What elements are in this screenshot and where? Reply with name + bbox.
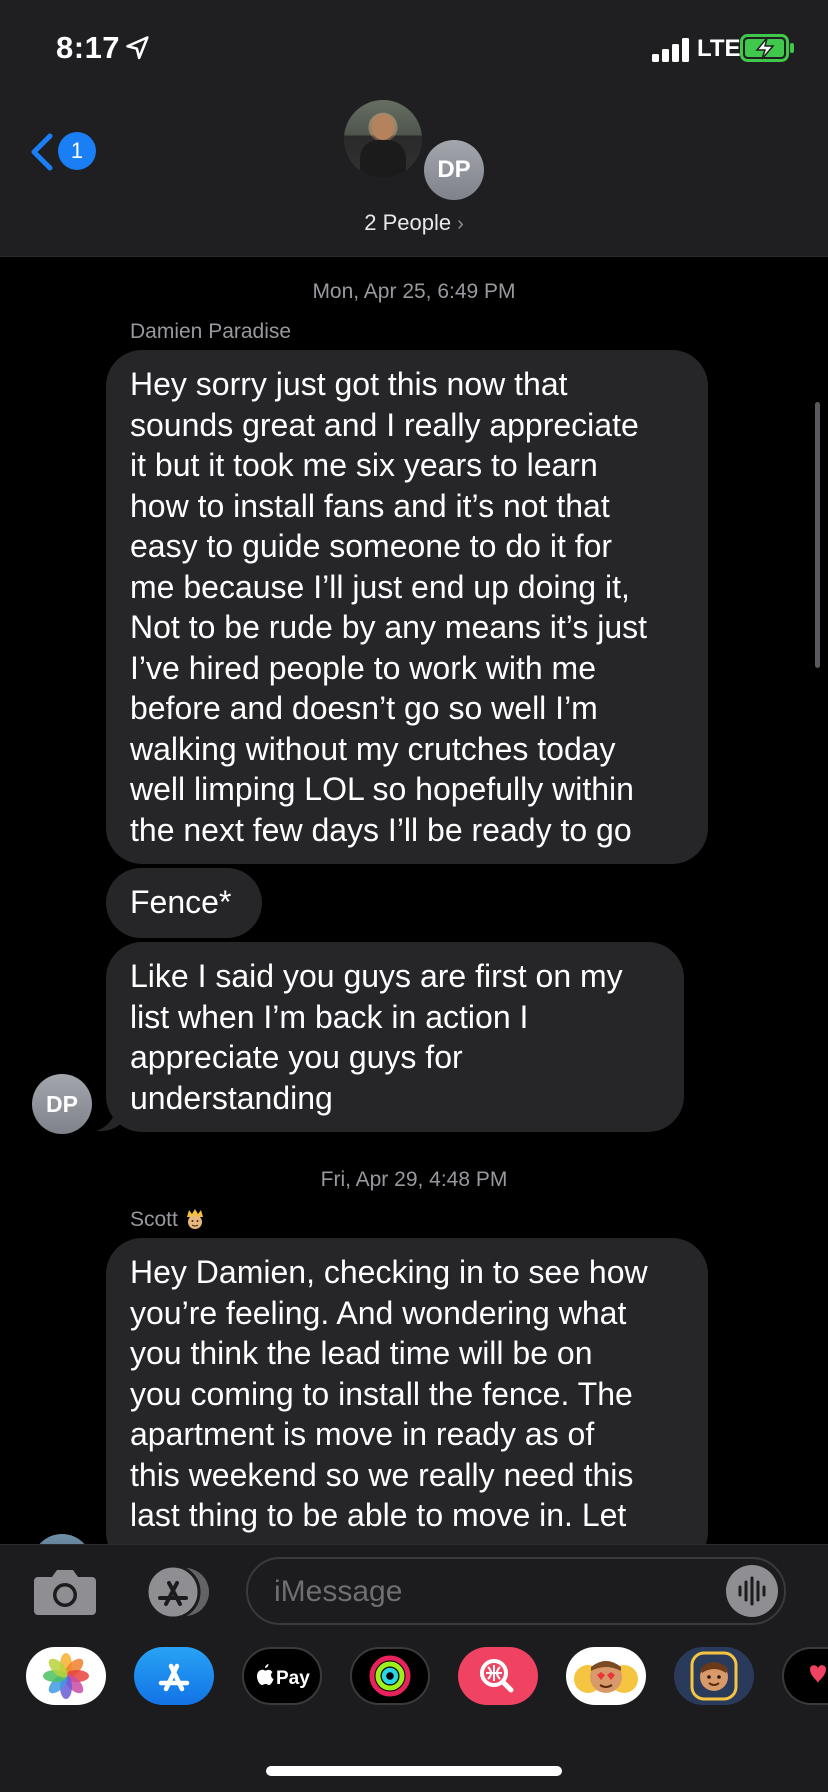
people-label: 2 People	[364, 210, 452, 235]
contact-photo-avatar[interactable]	[344, 100, 422, 178]
message-bubble[interactable]: Hey sorry just got this now that sounds …	[106, 350, 708, 864]
unread-count-badge: 1	[58, 132, 96, 170]
sender-name: Scott	[130, 1208, 206, 1232]
group-member-avatar[interactable]: DP	[424, 140, 484, 200]
app-store-button-icon[interactable]	[140, 1565, 212, 1619]
conversation-header: 8:17 LTE 1 DP 2 People ›	[0, 0, 828, 257]
message-timestamp: Fri, Apr 29, 4:48 PM	[320, 1168, 508, 1191]
camera-icon[interactable]	[32, 1567, 98, 1617]
waveform-icon	[738, 1576, 766, 1606]
battery-charging-icon	[740, 34, 794, 62]
crown-face-icon	[186, 1209, 203, 1229]
message-bubble[interactable]: Hey Damien, checking in to see how you’r…	[106, 1238, 708, 1568]
message-bubble[interactable]: Fence*	[106, 868, 262, 938]
message-input[interactable]	[272, 1569, 696, 1615]
message-input-bar	[0, 1544, 828, 1637]
status-time: 8:17	[56, 30, 121, 65]
photos-icon[interactable]	[26, 1647, 106, 1705]
activity-icon[interactable]	[350, 1647, 430, 1705]
message-timestamp: Mon, Apr 25, 6:49 PM	[312, 280, 516, 303]
image-search-icon[interactable]	[458, 1647, 538, 1705]
cellular-signal-icon	[652, 38, 689, 62]
location-arrow-icon	[126, 36, 149, 60]
home-indicator[interactable]	[266, 1766, 562, 1776]
network-type: LTE	[697, 35, 741, 62]
svg-text:Pay: Pay	[276, 1668, 310, 1689]
sender-name: Damien Paradise	[130, 320, 292, 343]
chevron-right-icon: ›	[457, 213, 464, 235]
apple-pay-icon[interactable]: Pay	[242, 1647, 322, 1705]
status-bar: 8:17 LTE	[0, 0, 828, 100]
chevron-left-icon	[31, 133, 53, 171]
scrollbar[interactable]	[815, 402, 820, 668]
digital-touch-icon[interactable]	[782, 1647, 828, 1705]
sender-avatar[interactable]: DP	[32, 1074, 92, 1134]
audio-message-button[interactable]	[726, 1565, 778, 1617]
memoji-icon[interactable]	[566, 1647, 646, 1705]
imessage-field[interactable]	[246, 1557, 786, 1625]
group-details-button[interactable]: 2 People ›	[0, 210, 828, 236]
message-bubble[interactable]: Like I said you guys are first on my lis…	[106, 942, 684, 1132]
bubble-tail	[96, 1102, 124, 1132]
memoji-stickers-icon[interactable]	[674, 1647, 754, 1705]
app-store-icon[interactable]	[134, 1647, 214, 1705]
back-button[interactable]: 1	[28, 128, 100, 176]
